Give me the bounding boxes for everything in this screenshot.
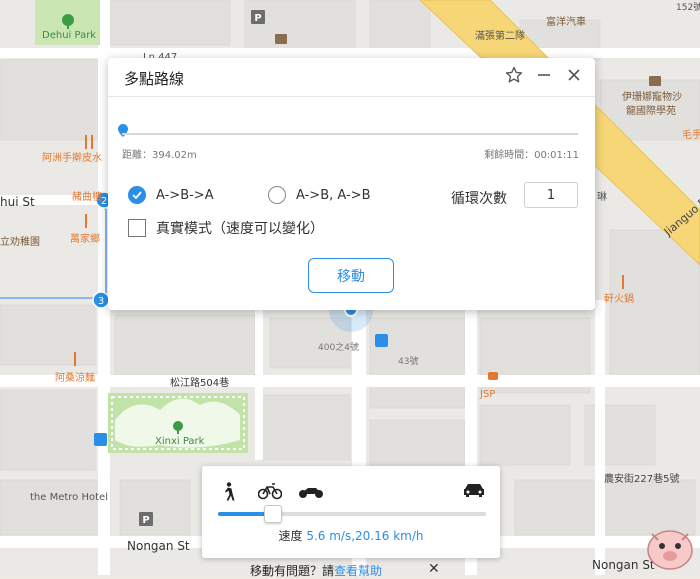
label-shop9: 富洋汽車: [546, 15, 586, 28]
speed-slider-knob[interactable]: [263, 505, 282, 523]
option-a-b-repeat[interactable]: A->B, A->B: [268, 186, 370, 204]
marker-3-label: 3: [98, 296, 104, 307]
label-shop5: 阿桑涼麵: [55, 371, 95, 384]
dialog-divider: [108, 96, 595, 97]
bike-icon[interactable]: [257, 482, 283, 504]
label-lin: 琳: [597, 191, 607, 203]
label-metro-hotel: the Metro Hotel: [30, 492, 108, 503]
realistic-mode-checkbox[interactable]: [128, 219, 146, 237]
help-hint-text: 移動有問題？請: [250, 564, 335, 578]
label-nongan-st: Nongan St: [127, 539, 190, 553]
help-link[interactable]: 查看幫助: [334, 564, 382, 578]
speed-readout: 速度 5.6 m/s,20.16 km/h: [202, 527, 500, 544]
walk-icon[interactable]: [220, 482, 236, 506]
label-n400: 400之4號: [318, 341, 359, 353]
label-xinxi-park: Xinxi Park: [155, 436, 205, 447]
option-a-b-a[interactable]: A->B->A: [128, 186, 214, 204]
radio-checked-icon[interactable]: [128, 186, 146, 204]
parking-icon: P: [139, 512, 153, 526]
option-a-b-a-label: A->B->A: [156, 187, 214, 203]
label-songjiang: 松江路504巷: [170, 376, 229, 389]
label-mao: 毛手: [682, 128, 700, 141]
label-shop3: 立劝稚園: [0, 235, 40, 248]
remaining-time-text: 剩餘時間：00:01:11: [484, 150, 579, 161]
realistic-mode-label: 真實模式（速度可以變化）: [156, 221, 324, 237]
radio-unchecked-icon[interactable]: [268, 186, 286, 204]
label-shop1: 阿洲手擀皮水: [42, 151, 102, 164]
distance-text: 距離：394.02m: [122, 150, 197, 161]
label-hui-st: hui St: [0, 195, 35, 209]
close-icon[interactable]: [563, 64, 585, 86]
route-progress-track[interactable]: [122, 133, 578, 135]
help-hint: 移動有問題？請查看幫助: [250, 562, 382, 579]
svg-text:P: P: [254, 13, 261, 24]
route-marker-3[interactable]: 3: [92, 291, 110, 309]
speed-slider[interactable]: [218, 505, 486, 523]
star-icon[interactable]: [503, 64, 525, 86]
svg-text:P: P: [142, 515, 149, 526]
label-shop6: 伊珊娜寵物沙: [622, 90, 682, 103]
mascot-watermark-icon: [644, 524, 696, 576]
label-n152: 152號: [676, 1, 700, 13]
label-shop8: 軒火鍋: [604, 292, 634, 305]
loop-count-label: 循環次數: [451, 191, 507, 207]
motorcycle-icon[interactable]: [298, 482, 324, 504]
label-qingan: 農安街227巷5號: [604, 472, 679, 485]
label-shop4: 萬家鄉: [70, 232, 100, 245]
speed-panel: 速度 5.6 m/s,20.16 km/h: [202, 466, 500, 558]
speed-value: 5.6 m/s,20.16 km/h: [306, 529, 424, 543]
realistic-mode-checkbox-row[interactable]: 真實模式（速度可以變化）: [128, 218, 324, 238]
minimize-icon[interactable]: [533, 64, 555, 86]
progress-pin-icon[interactable]: [118, 122, 128, 141]
label-dehui-park: Dehui Park: [42, 30, 96, 41]
move-button[interactable]: 移動: [308, 258, 394, 293]
label-n43: 43號: [398, 355, 418, 367]
parking-icon: P: [251, 10, 265, 24]
dialog-title: 多點路線: [124, 70, 185, 88]
label-shop2: 赭曲樓: [72, 190, 102, 203]
label-shop7: 龍國際學苑: [626, 104, 676, 117]
label-shop10: 滿張第二隊: [475, 29, 525, 42]
speed-label: 速度: [278, 529, 303, 543]
multi-point-route-dialog: 多點路線 距離：394.02m 剩餘時間：00:01:11 A->B->A A-…: [108, 58, 595, 310]
option-a-b-repeat-label: A->B, A->B: [296, 187, 371, 203]
loop-count-input[interactable]: [524, 182, 578, 208]
car-icon[interactable]: [462, 482, 486, 502]
label-jsp: JSP: [479, 389, 495, 400]
